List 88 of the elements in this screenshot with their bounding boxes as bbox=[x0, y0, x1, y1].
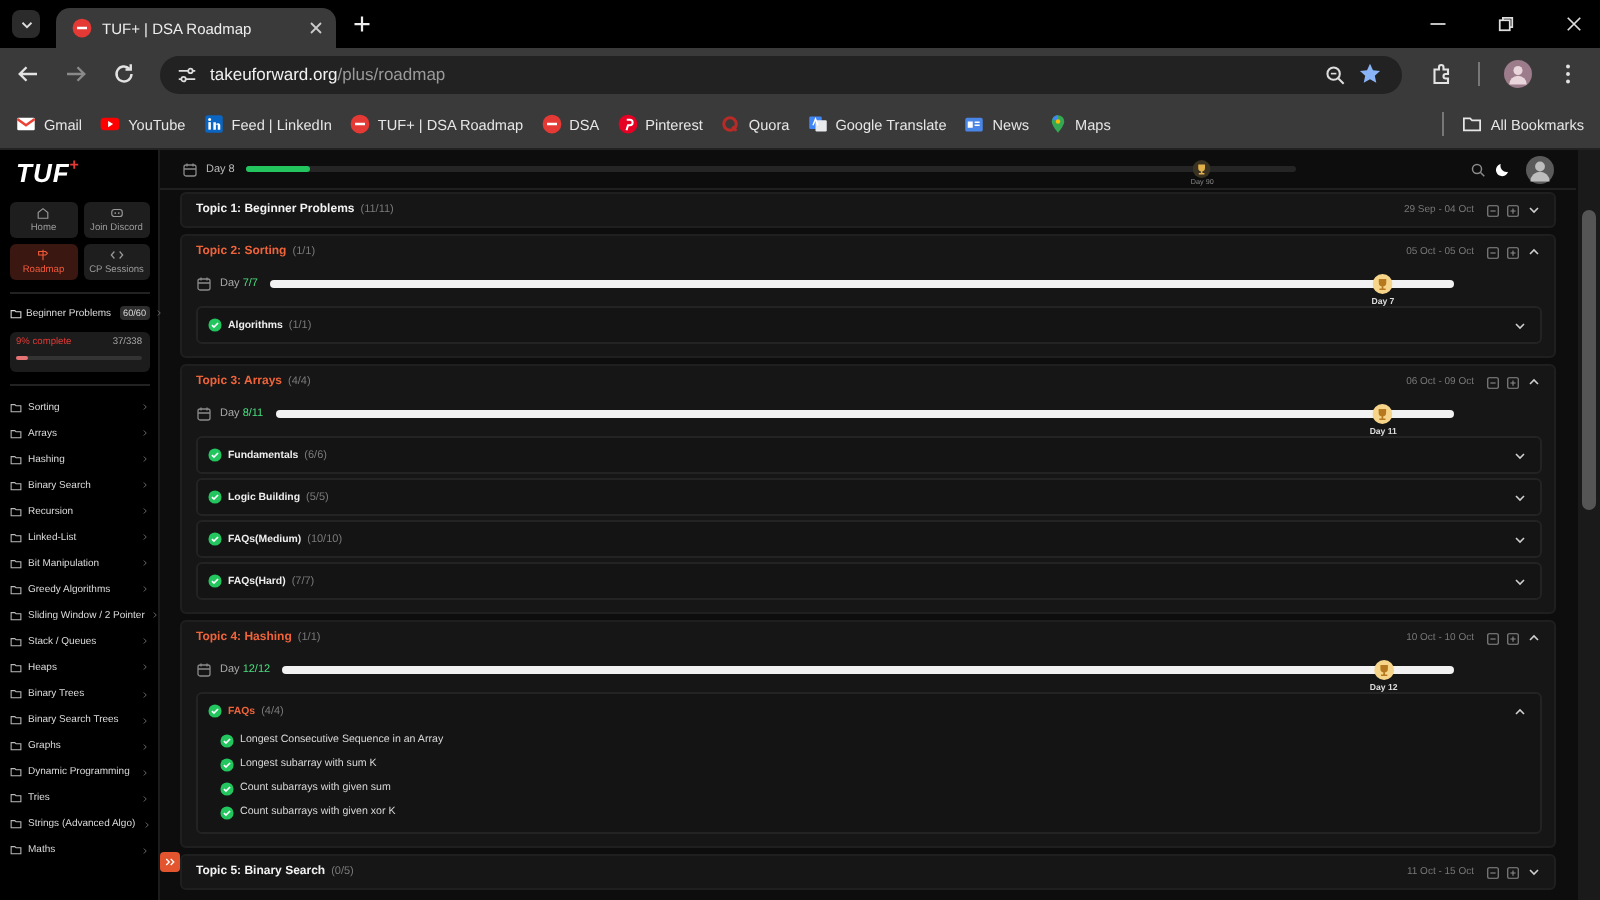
favicon-icon bbox=[541, 114, 562, 134]
logo[interactable]: TUF+ bbox=[10, 158, 150, 198]
chevron-right-icon bbox=[140, 793, 150, 804]
trophy-icon bbox=[1193, 160, 1212, 178]
chevron-up-icon[interactable] bbox=[1526, 244, 1542, 260]
chevron-right-icon bbox=[140, 715, 150, 726]
favicon-icon bbox=[100, 114, 121, 134]
chevron-down-icon[interactable] bbox=[1512, 489, 1528, 505]
chevron-right-icon bbox=[140, 689, 150, 700]
avatar-icon[interactable] bbox=[1504, 60, 1532, 88]
star-icon[interactable] bbox=[1358, 62, 1382, 86]
chevron-up-icon[interactable] bbox=[1512, 703, 1528, 719]
chevron-right-icon bbox=[150, 610, 161, 621]
chevron-down-icon[interactable] bbox=[1526, 202, 1542, 218]
plus-box-icon[interactable] bbox=[1506, 245, 1520, 259]
favicon-icon bbox=[1047, 114, 1068, 134]
scrollbar-thumb[interactable] bbox=[1582, 210, 1596, 510]
minus-box-icon[interactable] bbox=[1486, 245, 1500, 259]
expand-sidebar-button[interactable] bbox=[160, 852, 180, 872]
chevron-right-icon bbox=[140, 402, 150, 413]
chevron-up-icon[interactable] bbox=[1526, 374, 1542, 390]
favicon-icon bbox=[203, 114, 224, 134]
chevron-right-icon bbox=[140, 741, 150, 752]
zoom-icon[interactable] bbox=[1324, 63, 1346, 85]
minus-box-icon[interactable] bbox=[1486, 203, 1500, 217]
chevron-right-icon bbox=[140, 584, 150, 595]
url-text: takeuforward.org/plus/roadmap bbox=[210, 64, 446, 84]
new-tab-icon[interactable] bbox=[352, 14, 372, 34]
avatar-icon[interactable] bbox=[1526, 155, 1554, 183]
house-icon bbox=[36, 206, 51, 220]
chevron-down-icon[interactable] bbox=[1526, 864, 1542, 880]
chevron-right-icon bbox=[140, 767, 150, 778]
chevron-right-icon bbox=[140, 480, 150, 491]
chevron-right-icon bbox=[140, 558, 150, 569]
gamepad-icon bbox=[109, 206, 124, 220]
plus-box-icon[interactable] bbox=[1506, 631, 1520, 645]
favicon-icon bbox=[349, 114, 370, 134]
chevron-right-icon bbox=[140, 636, 150, 647]
close-icon[interactable] bbox=[1564, 14, 1584, 34]
trophy-icon[interactable] bbox=[1373, 660, 1394, 680]
double-chevron-icon bbox=[164, 856, 176, 868]
calendar-icon bbox=[196, 276, 212, 292]
favicon-icon bbox=[72, 18, 92, 38]
chevron-right-icon bbox=[140, 428, 150, 439]
minus-box-icon[interactable] bbox=[1486, 865, 1500, 879]
signpost-icon bbox=[36, 248, 51, 262]
folder-icon bbox=[1462, 114, 1483, 134]
calendar-icon bbox=[196, 406, 212, 422]
chevron-up-icon[interactable] bbox=[1526, 630, 1542, 646]
plus-box-icon[interactable] bbox=[1506, 375, 1520, 389]
calendar-icon bbox=[182, 161, 198, 177]
chevron-down-icon[interactable] bbox=[1512, 317, 1528, 333]
search-icon[interactable] bbox=[1470, 161, 1486, 177]
chevron-right-icon bbox=[141, 819, 152, 830]
favicon-icon bbox=[807, 114, 828, 134]
chevron-right-icon bbox=[140, 662, 150, 673]
puzzle-icon[interactable] bbox=[1430, 62, 1454, 86]
chevron-right-icon bbox=[140, 845, 150, 856]
chevron-down-icon[interactable] bbox=[1512, 447, 1528, 463]
chevron-down-icon[interactable] bbox=[1512, 573, 1528, 589]
restore-icon[interactable] bbox=[1496, 14, 1516, 34]
calendar-icon bbox=[196, 662, 212, 678]
forward-icon[interactable] bbox=[64, 62, 88, 86]
close-icon[interactable] bbox=[308, 20, 324, 36]
favicon-icon bbox=[964, 114, 985, 134]
favicon-icon bbox=[720, 114, 741, 134]
trophy-icon[interactable] bbox=[1372, 274, 1393, 294]
chevron-down-icon[interactable] bbox=[1512, 531, 1528, 547]
minus-box-icon[interactable] bbox=[1486, 631, 1500, 645]
favicon-icon bbox=[16, 114, 36, 134]
address-bar[interactable]: takeuforward.org/plus/roadmap bbox=[160, 55, 1402, 93]
minus-box-icon[interactable] bbox=[1486, 375, 1500, 389]
tune-icon[interactable] bbox=[176, 63, 198, 85]
plus-box-icon[interactable] bbox=[1506, 865, 1520, 879]
chevron-right-icon bbox=[140, 532, 150, 543]
chevron-right-icon bbox=[140, 506, 150, 517]
plus-box-icon[interactable] bbox=[1506, 203, 1520, 217]
trophy-icon[interactable] bbox=[1373, 404, 1394, 424]
folder-icon bbox=[10, 307, 22, 319]
code-icon bbox=[109, 248, 124, 262]
reload-icon[interactable] bbox=[112, 62, 136, 86]
tab-list-button[interactable] bbox=[12, 10, 40, 38]
back-icon[interactable] bbox=[16, 62, 40, 86]
chevron-right-icon bbox=[140, 454, 150, 465]
scrollbar[interactable] bbox=[1578, 150, 1600, 900]
chevron-right-icon bbox=[154, 308, 165, 318]
favicon-icon bbox=[617, 114, 638, 134]
moon-icon[interactable] bbox=[1494, 160, 1512, 178]
